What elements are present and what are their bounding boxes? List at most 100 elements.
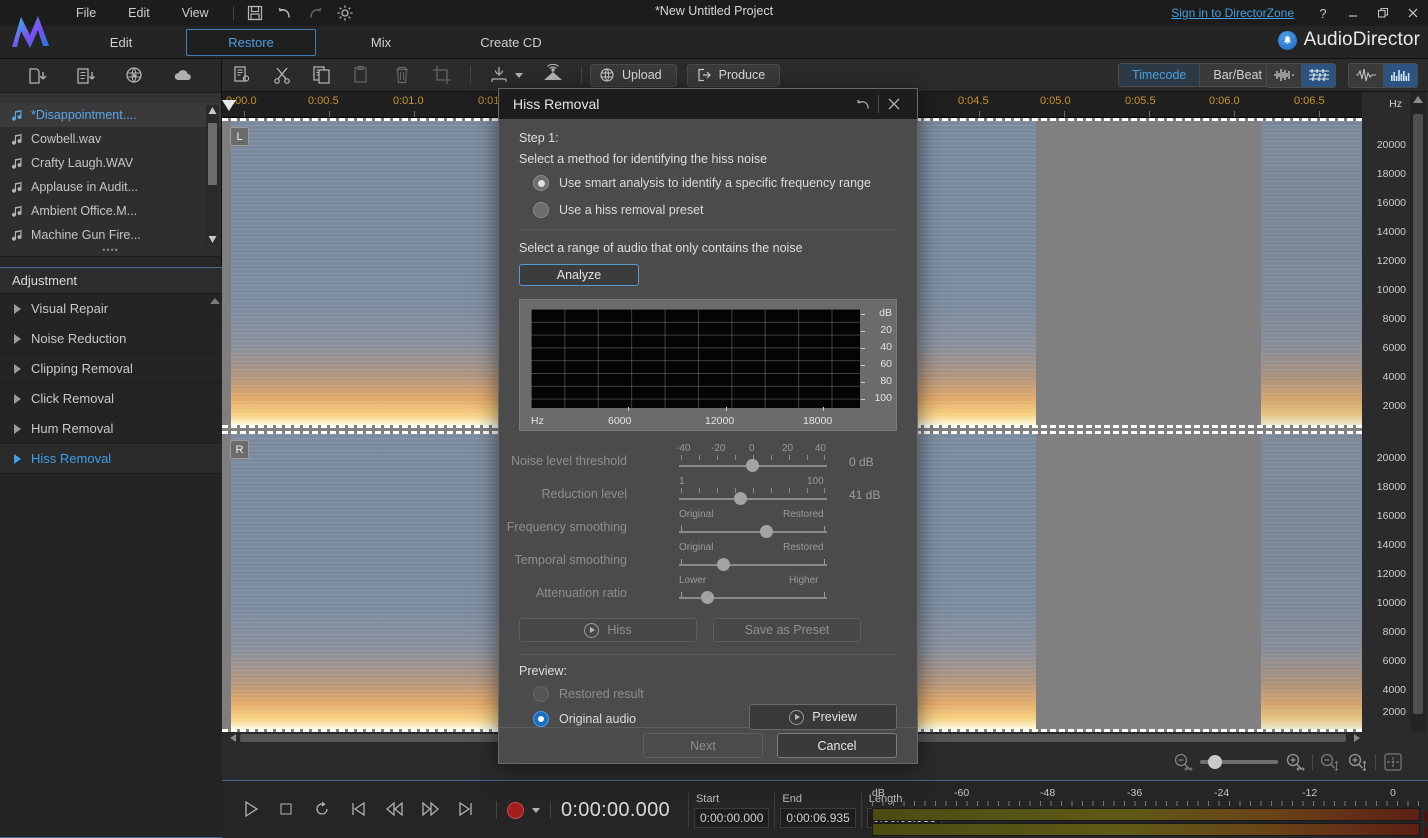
record-options-caret-icon[interactable] <box>532 808 540 813</box>
list-item[interactable]: Applause in Audit... <box>0 175 221 199</box>
slider-noise-level-threshold[interactable]: Noise level threshold -40 -20 0 20 40 <box>519 443 897 476</box>
redo-icon[interactable] <box>306 4 324 22</box>
preview-button[interactable]: Preview <box>749 704 897 730</box>
list-item[interactable]: Crafty Laugh.WAV <box>0 151 221 175</box>
adjustment-item-hiss-removal[interactable]: Hiss Removal <box>0 444 222 474</box>
adjustment-item-visual-repair[interactable]: Visual Repair <box>0 294 222 324</box>
barbeat-button[interactable]: Bar/Beat <box>1199 64 1275 86</box>
waveform-view-icon[interactable] <box>1267 64 1301 87</box>
graph-plot-area[interactable] <box>531 309 860 408</box>
clip-indicator-left[interactable] <box>1423 810 1428 823</box>
import-list-icon[interactable] <box>75 65 97 87</box>
fit-to-window-icon[interactable] <box>1382 752 1404 772</box>
spectral-display-icon[interactable] <box>1383 64 1417 87</box>
zoom-in-horizontal-icon[interactable] <box>1284 752 1306 772</box>
reset-undo-icon[interactable] <box>848 89 878 119</box>
menu-edit[interactable]: Edit <box>112 2 166 24</box>
slider-knob[interactable] <box>760 525 773 538</box>
tab-create-cd[interactable]: Create CD <box>446 29 576 56</box>
adjustment-item-hum-removal[interactable]: Hum Removal <box>0 414 222 444</box>
zoom-out-horizontal-icon[interactable] <box>1172 752 1194 772</box>
save-as-preset-button[interactable]: Save as Preset <box>713 618 861 642</box>
stop-icon[interactable] <box>276 799 300 821</box>
scroll-left-arrow-icon[interactable] <box>230 734 236 742</box>
fast-forward-icon[interactable] <box>420 799 444 821</box>
delete-trash-icon[interactable] <box>391 64 413 86</box>
radio-button[interactable] <box>533 711 549 727</box>
help-button[interactable]: ? <box>1308 0 1338 26</box>
go-to-start-icon[interactable] <box>348 799 372 821</box>
marker-icon[interactable] <box>488 64 510 86</box>
minimize-button[interactable] <box>1338 0 1368 26</box>
copy-icon[interactable] <box>311 64 333 86</box>
radio-button[interactable] <box>533 175 549 191</box>
close-icon[interactable] <box>879 89 909 119</box>
cut-scissors-icon[interactable] <box>271 64 293 86</box>
scroll-right-arrow-icon[interactable] <box>1354 734 1360 742</box>
scroll-up-arrow-icon[interactable] <box>1413 96 1423 103</box>
paste-icon[interactable] <box>351 64 373 86</box>
hiss-preview-button[interactable]: Hiss <box>519 618 697 642</box>
slider-reduction-level[interactable]: Reduction level 1 100 41 dB <box>519 476 897 509</box>
scrollbar-thumb[interactable] <box>1413 114 1423 714</box>
upload-button[interactable]: Upload <box>590 64 677 87</box>
play-icon[interactable] <box>240 799 264 821</box>
record-icon[interactable] <box>507 802 524 819</box>
next-button[interactable]: Next <box>643 733 763 758</box>
resize-grip[interactable]: •••• <box>102 245 119 255</box>
settings-gear-icon[interactable] <box>336 4 354 22</box>
slider-temporal-smoothing[interactable]: Temporal smoothing Original Restored <box>519 542 897 575</box>
zoom-slider-knob[interactable] <box>1208 755 1222 769</box>
save-icon[interactable] <box>246 4 264 22</box>
timecode-button[interactable]: Timecode <box>1119 64 1199 86</box>
slider-attenuation-ratio[interactable]: Attenuation ratio Lower Higher <box>519 575 897 608</box>
tab-edit[interactable]: Edit <box>56 29 186 56</box>
maximize-restore-button[interactable] <box>1368 0 1398 26</box>
playhead-marker[interactable] <box>222 100 236 111</box>
import-media-icon[interactable] <box>27 65 49 87</box>
vertical-scrollbar[interactable] <box>1410 92 1426 732</box>
cloud-icon[interactable] <box>172 65 194 87</box>
list-item[interactable]: Ambient Office.M... <box>0 199 221 223</box>
menu-view[interactable]: View <box>166 2 225 24</box>
produce-button[interactable]: Produce <box>687 64 781 87</box>
properties-icon[interactable] <box>231 64 253 86</box>
preview-option-restored[interactable]: Restored result <box>533 686 897 702</box>
tab-restore[interactable]: Restore <box>186 29 316 56</box>
analyze-button[interactable]: Analyze <box>519 264 639 286</box>
clip-indicator-right[interactable] <box>1423 826 1428 838</box>
list-item[interactable]: *Disappointment.... <box>0 103 221 127</box>
zoom-slider[interactable] <box>1200 760 1278 764</box>
adjustment-item-noise-reduction[interactable]: Noise Reduction <box>0 324 222 354</box>
wave-display-icon[interactable] <box>1349 64 1383 87</box>
end-field[interactable]: End 0:00:06.935 <box>774 793 860 828</box>
list-item[interactable]: Cowbell.wav <box>0 127 221 151</box>
multitrack-view-icon[interactable] <box>1301 64 1335 87</box>
scrollbar-thumb[interactable] <box>208 123 217 185</box>
adjustment-item-clipping-removal[interactable]: Clipping Removal <box>0 354 222 384</box>
loop-icon[interactable] <box>312 799 336 821</box>
close-button[interactable] <box>1398 0 1428 26</box>
adjustment-scrollbar[interactable] <box>210 298 220 458</box>
slider-knob[interactable] <box>746 459 759 472</box>
marker-dropdown-caret-icon[interactable] <box>515 73 523 78</box>
directorzone-signin-link[interactable]: Sign in to DirectorZone <box>1171 6 1294 20</box>
scroll-up-arrow-icon[interactable] <box>210 298 220 304</box>
list-item[interactable]: Machine Gun Fire... <box>0 223 221 247</box>
rewind-icon[interactable] <box>384 799 408 821</box>
tab-mix[interactable]: Mix <box>316 29 446 56</box>
menu-file[interactable]: File <box>60 2 112 24</box>
record-globe-icon[interactable] <box>124 65 146 87</box>
adjustment-item-click-removal[interactable]: Click Removal <box>0 384 222 414</box>
zoom-out-vertical-icon[interactable] <box>1319 752 1341 772</box>
slider-knob[interactable] <box>701 591 714 604</box>
file-list-scrollbar[interactable] <box>206 105 219 245</box>
scroll-up-button[interactable] <box>207 105 218 116</box>
broadcast-icon[interactable] <box>542 64 564 86</box>
start-field[interactable]: Start 0:00:00.000 <box>688 793 774 828</box>
crop-icon[interactable] <box>431 64 453 86</box>
media-file-list[interactable]: *Disappointment.... Cowbell.wav Crafty L… <box>0 93 221 257</box>
slider-knob[interactable] <box>717 558 730 571</box>
method-option-smart-analysis[interactable]: Use smart analysis to identify a specifi… <box>533 175 897 191</box>
method-option-preset[interactable]: Use a hiss removal preset <box>533 202 897 218</box>
